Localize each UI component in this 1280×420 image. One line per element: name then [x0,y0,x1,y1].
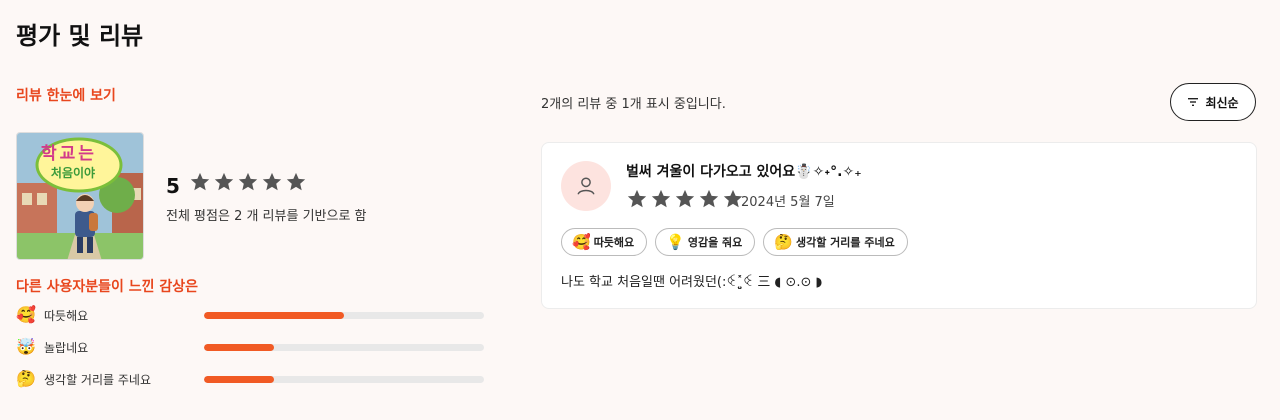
star-icon [262,172,282,191]
tag-label: 생각할 거리를 주네요 [795,236,895,249]
review-tag: 🤔 생각할 거리를 주네요 [763,228,908,256]
thinking-face-icon: 🤔 [774,233,793,251]
star-icon [238,172,258,191]
sort-button[interactable]: 최신순 [1170,83,1256,121]
emotion-bar [204,312,484,319]
star-icon [214,172,234,191]
emotion-bar [204,344,484,351]
review-tag: 🥰 따듯해요 [561,228,648,256]
book-cover-image: 학교는 처음이야 [16,132,144,260]
tag-label: 영감을 줘요 [687,236,743,249]
emotion-bar-fill [204,376,274,383]
emotion-row-surprising: 🤯 놀랍네요 [16,337,486,357]
book-cover-title: 학교는 [41,144,97,164]
star-icon [286,172,306,191]
lightbulb-icon: 💡 [666,233,685,251]
emotion-label: 놀랍네요 [44,340,89,355]
emotion-bar-fill [204,344,274,351]
filter-icon [1188,98,1199,106]
star-icon [190,172,210,191]
heart-face-icon: 🥰 [16,305,36,324]
thinking-face-icon: 🤔 [16,369,36,388]
user-icon [577,177,595,195]
star-icon [651,189,671,208]
star-icon [675,189,695,208]
summary-section-label: 리뷰 한눈에 보기 [16,88,116,104]
emotion-row-warm: 🥰 따듯해요 [16,305,486,325]
page-title: 평가 및 리뷰 [16,22,144,50]
emotion-label: 따듯해요 [44,308,89,323]
mind-blown-icon: 🤯 [16,337,36,356]
review-tags: 🥰 따듯해요 💡 영감을 줘요 🤔 생각할 거리를 주네요 [561,228,908,256]
book-cover-subtitle: 처음이야 [50,166,96,180]
avatar [561,161,611,211]
heart-face-icon: 🥰 [572,233,591,251]
star-icon [699,189,719,208]
emotions-section-label: 다른 사용자분들이 느낀 감상은 [16,279,199,295]
sort-label: 최신순 [1205,95,1239,110]
summary-star-rating [189,171,307,193]
review-title: 벌써 겨울이 다가오고 있어요☃️✧˖°.✧₊ [626,164,862,180]
review-count-text: 2개의 리뷰 중 1개 표시 중입니다. [541,97,726,112]
review-card: 벌써 겨울이 다가오고 있어요☃️✧˖°.✧₊ 2024년 5월 7일 🥰 따듯… [541,142,1257,309]
review-star-rating [626,188,744,210]
emotion-row-thoughtful: 🤔 생각할 거리를 주네요 [16,369,486,389]
tag-label: 따듯해요 [593,236,635,249]
emotion-bar [204,376,484,383]
review-tag: 💡 영감을 줘요 [655,228,756,256]
review-body: 나도 학교 처음일땐 어려웠던(:ꒊ˟͈̮ꒊ 三 ◖ ⊙.⊙ ◗ [561,275,823,290]
star-icon [627,189,647,208]
review-date: 2024년 5월 7일 [741,195,835,210]
average-rating: 5 [166,174,180,198]
emotion-label: 생각할 거리를 주네요 [44,372,151,387]
emotion-bar-fill [204,312,344,319]
rating-basis-text: 전체 평점은 2 개 리뷰를 기반으로 함 [166,209,367,224]
